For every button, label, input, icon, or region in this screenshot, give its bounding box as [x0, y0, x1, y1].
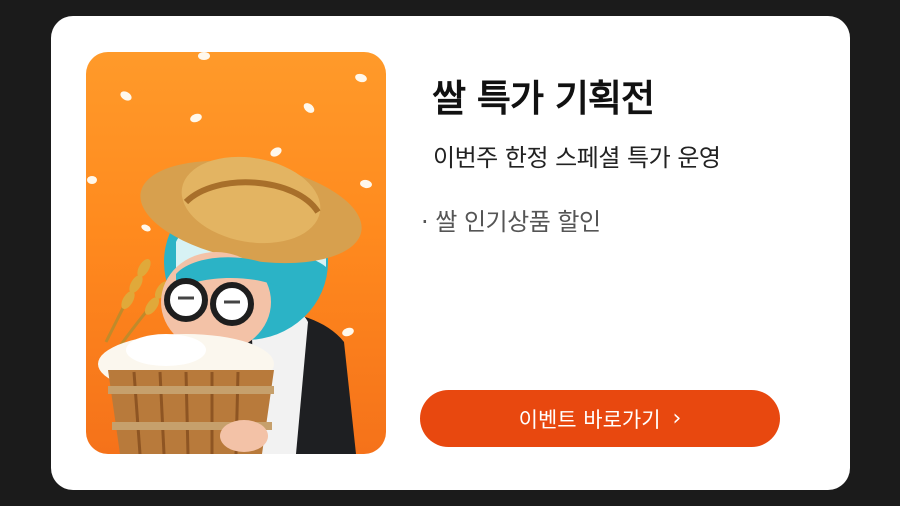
event-title: 쌀 특가 기획전 [432, 77, 655, 120]
chevron-right-icon: › [672, 405, 682, 431]
event-shortcut-label: 이벤트 바로가기 [518, 407, 661, 432]
event-bullet-item: · 쌀 인기상품 할인 [421, 208, 601, 236]
event-card: 쌀 특가 기획전 이번주 한정 스페셜 특가 운영 · 쌀 인기상품 할인 이벤… [51, 16, 850, 490]
promo-illustration [86, 52, 386, 454]
event-subtitle: 이번주 한정 스페셜 특가 운영 [433, 144, 721, 172]
event-shortcut-button[interactable]: 이벤트 바로가기 › [420, 390, 780, 447]
